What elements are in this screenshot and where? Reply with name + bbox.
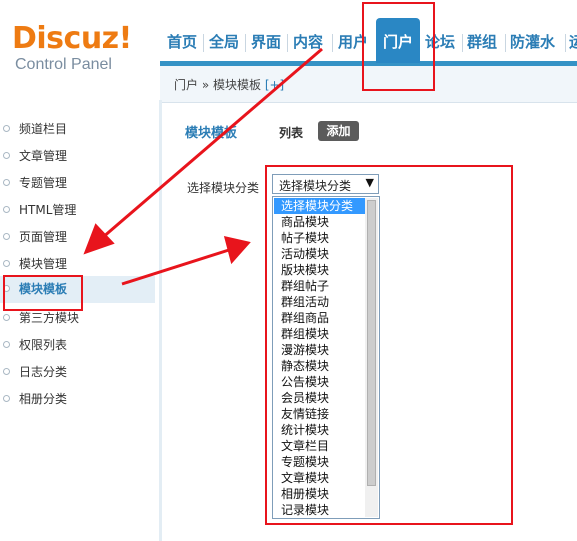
arrow-line	[121, 247, 233, 286]
arrow-head	[83, 223, 115, 255]
annotation-arrows	[83, 47, 323, 286]
arrow-head	[223, 235, 251, 265]
arrow-line	[101, 47, 323, 240]
